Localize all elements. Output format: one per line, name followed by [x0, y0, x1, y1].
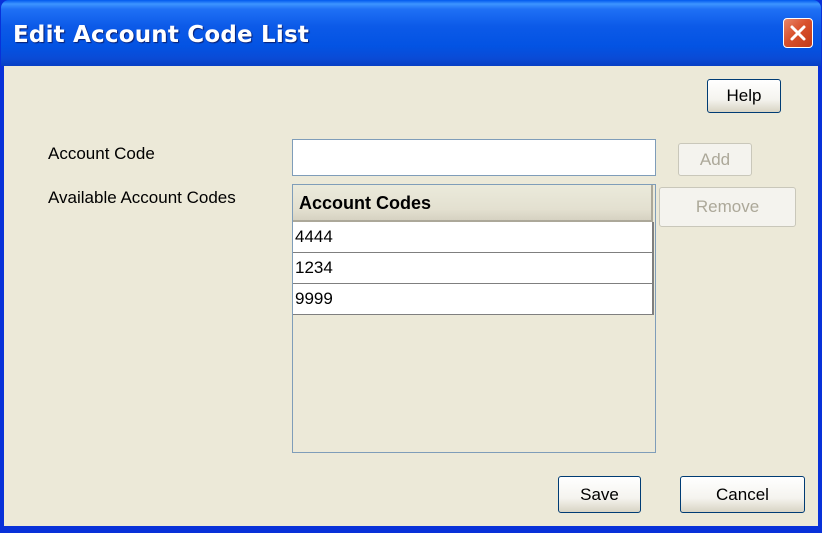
dialog-body: Help Account Code Add Available Account …: [4, 66, 818, 526]
table-row[interactable]: 4444: [293, 222, 654, 253]
remove-button[interactable]: Remove: [659, 187, 796, 227]
account-codes-table[interactable]: Account Codes 4444 1234 9999: [292, 184, 656, 453]
save-button[interactable]: Save: [558, 476, 641, 513]
table-header-account-codes[interactable]: Account Codes: [293, 185, 653, 222]
table-row[interactable]: 9999: [293, 284, 654, 315]
dialog-window: Edit Account Code List Help Account Code…: [0, 0, 822, 533]
available-codes-label: Available Account Codes: [48, 188, 236, 207]
title-bar[interactable]: Edit Account Code List: [1, 0, 821, 66]
close-icon: [790, 25, 806, 41]
account-code-label: Account Code: [48, 144, 155, 163]
close-button[interactable]: [783, 18, 813, 48]
table-row[interactable]: 1234: [293, 253, 654, 284]
add-button[interactable]: Add: [678, 143, 752, 176]
help-button[interactable]: Help: [707, 79, 781, 113]
table-body: 4444 1234 9999: [293, 222, 654, 315]
dialog-title: Edit Account Code List: [13, 22, 310, 48]
account-code-input[interactable]: [292, 139, 656, 176]
cancel-button[interactable]: Cancel: [680, 476, 805, 513]
